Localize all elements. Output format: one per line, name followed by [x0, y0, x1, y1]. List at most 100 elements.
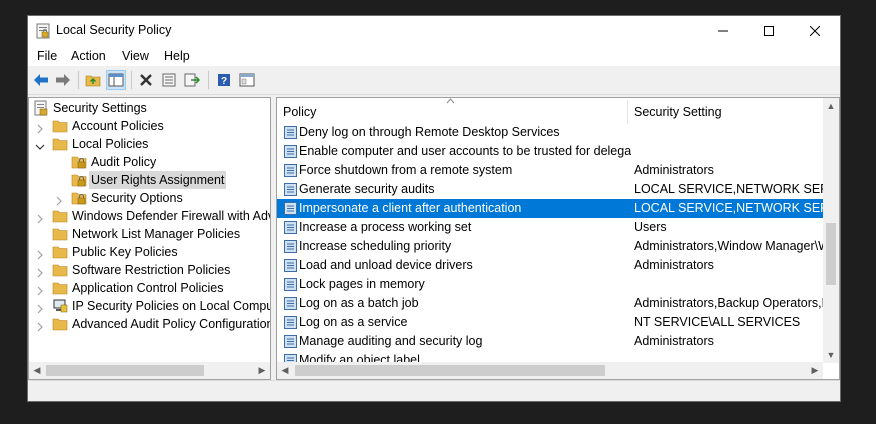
tree-node-label: Network List Manager Policies: [72, 227, 241, 241]
policy-icon: [284, 335, 297, 348]
console-view-button[interactable]: [237, 70, 257, 90]
up-one-level-button[interactable]: [83, 70, 103, 90]
tree-node-label: User Rights Assignment: [89, 171, 227, 189]
folder-icon: [52, 209, 68, 223]
list-vertical-scrollbar[interactable]: ▲ ▼: [823, 98, 839, 363]
export-list-icon: [184, 73, 200, 87]
policy-row[interactable]: Lock pages in memory: [277, 275, 825, 294]
tree-node-label: IP Security Policies on Local Compute: [72, 299, 271, 313]
policy-row[interactable]: Deny log on through Remote Desktop Servi…: [277, 123, 825, 142]
menu-file[interactable]: File: [37, 49, 57, 63]
policy-row[interactable]: Force shutdown from a remote system Admin…: [277, 161, 825, 180]
security-setting-value: Administrators,Backup Operators,Pe: [634, 296, 825, 310]
scroll-right-arrow-icon[interactable]: ▶: [254, 362, 270, 378]
app-window: Local Security Policy File Action View H…: [27, 15, 841, 402]
folder-icon: [52, 263, 68, 277]
column-header-security-setting[interactable]: Security Setting: [634, 105, 722, 119]
scroll-down-arrow-icon[interactable]: ▼: [823, 347, 839, 363]
security-setting-value: LOCAL SERVICE,NETWORK SERVICE: [634, 182, 825, 196]
chevron-right-icon[interactable]: [35, 247, 45, 260]
close-button[interactable]: [792, 16, 838, 46]
policy-icon: [284, 145, 297, 158]
folder-icon: [71, 155, 87, 169]
list-header: Policy Security Setting: [277, 98, 825, 126]
export-list-button[interactable]: [182, 70, 202, 90]
window-title: Local Security Policy: [56, 23, 172, 37]
column-header-policy[interactable]: Policy: [283, 105, 316, 119]
chevron-right-icon[interactable]: [35, 283, 45, 296]
scroll-up-arrow-icon[interactable]: ▲: [823, 98, 839, 114]
list-hscroll-thumb[interactable]: [295, 365, 605, 376]
tree-node-label: Software Restriction Policies: [72, 263, 231, 277]
policy-row[interactable]: Generate security audits LOCAL SERVICE,NE…: [277, 180, 825, 199]
menu-help[interactable]: Help: [164, 49, 190, 63]
menu-action[interactable]: Action: [71, 49, 106, 63]
policy-name: Force shutdown from a remote system: [299, 163, 513, 177]
scroll-left-arrow-icon[interactable]: ◀: [277, 362, 293, 378]
chevron-right-icon[interactable]: [35, 211, 45, 224]
list-horizontal-scrollbar[interactable]: ◀ ▶: [277, 362, 823, 379]
scroll-left-arrow-icon[interactable]: ◀: [29, 362, 45, 378]
policy-name: Increase a process working set: [299, 220, 472, 234]
tree-node-label: Public Key Policies: [72, 245, 178, 259]
policy-name: Deny log on through Remote Desktop Servi…: [299, 125, 560, 139]
policy-name: Log on as a service: [299, 315, 408, 329]
properties-button[interactable]: [159, 70, 179, 90]
forward-button[interactable]: [53, 70, 73, 90]
chevron-right-icon[interactable]: [35, 121, 45, 134]
policy-row[interactable]: Increase a process working set Users: [277, 218, 825, 237]
policy-icon: [284, 240, 297, 253]
help-button[interactable]: ?: [214, 70, 234, 90]
chevron-right-icon[interactable]: [35, 265, 45, 278]
policy-row[interactable]: Log on as a batch job Administrators,Back…: [277, 294, 825, 313]
menu-view[interactable]: View: [122, 49, 149, 63]
delete-button[interactable]: [136, 70, 156, 90]
scroll-right-arrow-icon[interactable]: ▶: [807, 362, 823, 378]
tree-node-label: Windows Defender Firewall with Adva: [72, 209, 271, 223]
title-bar[interactable]: Local Security Policy: [28, 16, 840, 46]
folder-icon: [52, 245, 68, 259]
policy-icon: [284, 316, 297, 329]
policy-name: Impersonate a client after authenticatio…: [299, 201, 522, 215]
help-icon: ?: [218, 74, 230, 87]
tree-horizontal-scrollbar[interactable]: ◀ ▶: [29, 362, 270, 379]
folder-icon: [52, 317, 68, 331]
policy-row[interactable]: Increase scheduling priority Administrato…: [277, 237, 825, 256]
list-vscroll-thumb[interactable]: [826, 223, 836, 285]
maximize-button[interactable]: [746, 16, 792, 46]
folder-icon: [71, 191, 87, 205]
policy-row[interactable]: Load and unload device drivers Administra…: [277, 256, 825, 275]
chevron-right-icon[interactable]: [54, 193, 64, 206]
security-setting-value: Administrators: [634, 258, 714, 272]
policy-row[interactable]: Impersonate a client after authenticatio…: [277, 199, 825, 218]
policy-row[interactable]: Manage auditing and security log Administ…: [277, 332, 825, 351]
policy-list-pane[interactable]: Policy Security Setting Deny log on thro…: [276, 97, 840, 380]
security-setting-value: LOCAL SERVICE,NETWORK SERVICE,: [634, 201, 825, 215]
policy-icon: [284, 297, 297, 310]
security-setting-value: Users: [634, 220, 667, 234]
chevron-right-icon[interactable]: [35, 319, 45, 332]
delete-icon: [140, 74, 152, 86]
svg-text:?: ?: [221, 76, 227, 87]
status-bar: [28, 380, 840, 401]
policy-name: Enable computer and user accounts to be …: [299, 144, 631, 158]
close-icon: [810, 26, 820, 36]
policy-row[interactable]: Enable computer and user accounts to be …: [277, 142, 825, 161]
tree-node-label: Application Control Policies: [72, 281, 224, 295]
folder-icon: [71, 173, 87, 187]
tree-scroll-thumb[interactable]: [46, 365, 204, 376]
policy-row[interactable]: Log on as a service NT SERVICE\ALL SERVIC…: [277, 313, 825, 332]
tree-node-label: Local Policies: [72, 137, 149, 151]
console-tree-pane[interactable]: Security Settings Account Policies Local P…: [28, 97, 271, 380]
security-settings-icon: [33, 100, 49, 116]
security-setting-value: Administrators,Window Manager\W: [634, 239, 825, 253]
policy-name: Load and unload device drivers: [299, 258, 473, 272]
chevron-right-icon[interactable]: [35, 301, 45, 314]
policy-icon: [284, 259, 297, 272]
chevron-down-icon[interactable]: [35, 139, 45, 150]
back-button[interactable]: [31, 70, 51, 90]
policy-name: Generate security audits: [299, 182, 435, 196]
minimize-button[interactable]: [700, 16, 746, 46]
show-hide-console-tree-button[interactable]: [106, 70, 126, 90]
tree-node-label: Security Settings: [53, 101, 147, 115]
